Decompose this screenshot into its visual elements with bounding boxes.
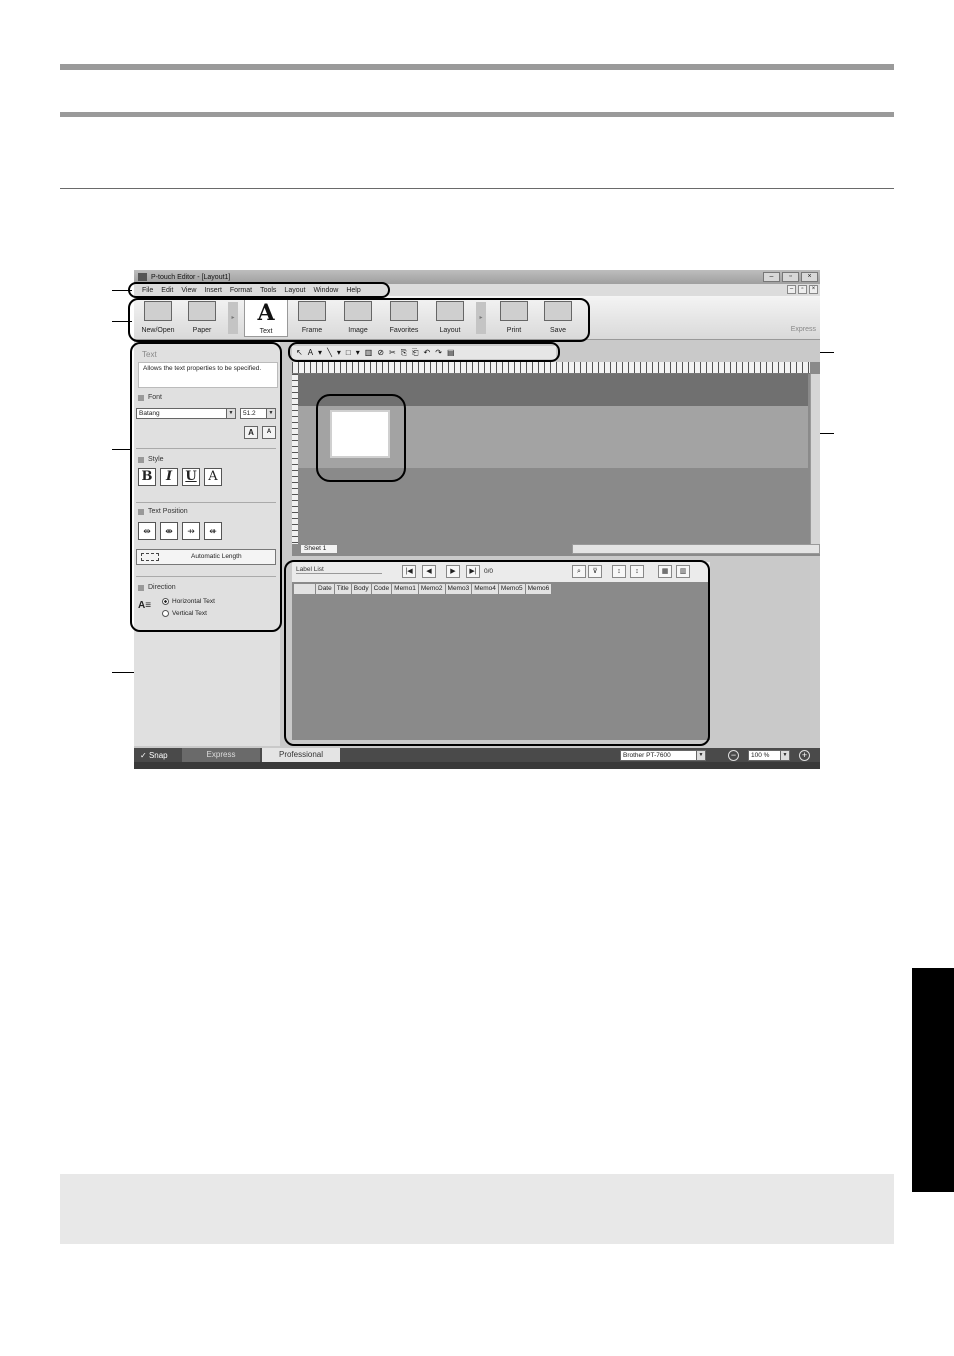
window-title: P-touch Editor - [Layout1] xyxy=(151,273,231,281)
express-mode-tab[interactable]: Express xyxy=(182,748,260,762)
layout-window-highlight xyxy=(316,394,406,482)
properties-highlight xyxy=(130,342,282,632)
professional-mode-tab[interactable]: Professional xyxy=(262,748,340,762)
menu-bar-highlight xyxy=(128,282,390,298)
dropdown-arrow-icon: ▼ xyxy=(696,751,705,760)
database-highlight xyxy=(284,560,710,746)
draw-toolbar-highlight xyxy=(288,342,560,362)
printer-select[interactable]: Brother PT-7600 ▼ xyxy=(620,750,706,761)
section-rule xyxy=(60,188,894,189)
horizontal-scrollbar[interactable] xyxy=(572,544,820,554)
dropdown-arrow-icon: ▼ xyxy=(780,751,789,760)
zoom-select[interactable]: 100 % ▼ xyxy=(748,750,790,761)
note-box xyxy=(60,1174,894,1244)
mode-label: Express xyxy=(790,326,816,333)
doc-restore-button[interactable]: ▫ xyxy=(798,285,807,294)
header-rule-bottom xyxy=(60,112,894,117)
doc-minimize-button[interactable]: – xyxy=(787,285,796,294)
status-bar: ✓ Snap Express Professional Brother PT-7… xyxy=(134,748,820,762)
close-button[interactable]: × xyxy=(801,272,818,282)
taskbar xyxy=(134,762,820,769)
snap-mode-button[interactable]: ✓ Snap xyxy=(134,751,182,760)
callout-line-3 xyxy=(112,449,130,450)
sheet-tab[interactable]: Sheet 1 xyxy=(300,544,338,554)
zoom-out-icon[interactable]: − xyxy=(728,750,739,761)
vertical-scrollbar[interactable] xyxy=(810,374,820,544)
app-icon xyxy=(138,273,147,281)
minimize-button[interactable]: – xyxy=(763,272,780,282)
zoom-in-icon[interactable]: + xyxy=(799,750,810,761)
command-bar-highlight xyxy=(128,298,590,342)
doc-close-button[interactable]: × xyxy=(809,285,818,294)
maximize-button[interactable]: ▫ xyxy=(782,272,799,282)
horizontal-ruler xyxy=(292,362,810,374)
chapter-tab xyxy=(912,968,954,1192)
header-rule-top xyxy=(60,64,894,70)
